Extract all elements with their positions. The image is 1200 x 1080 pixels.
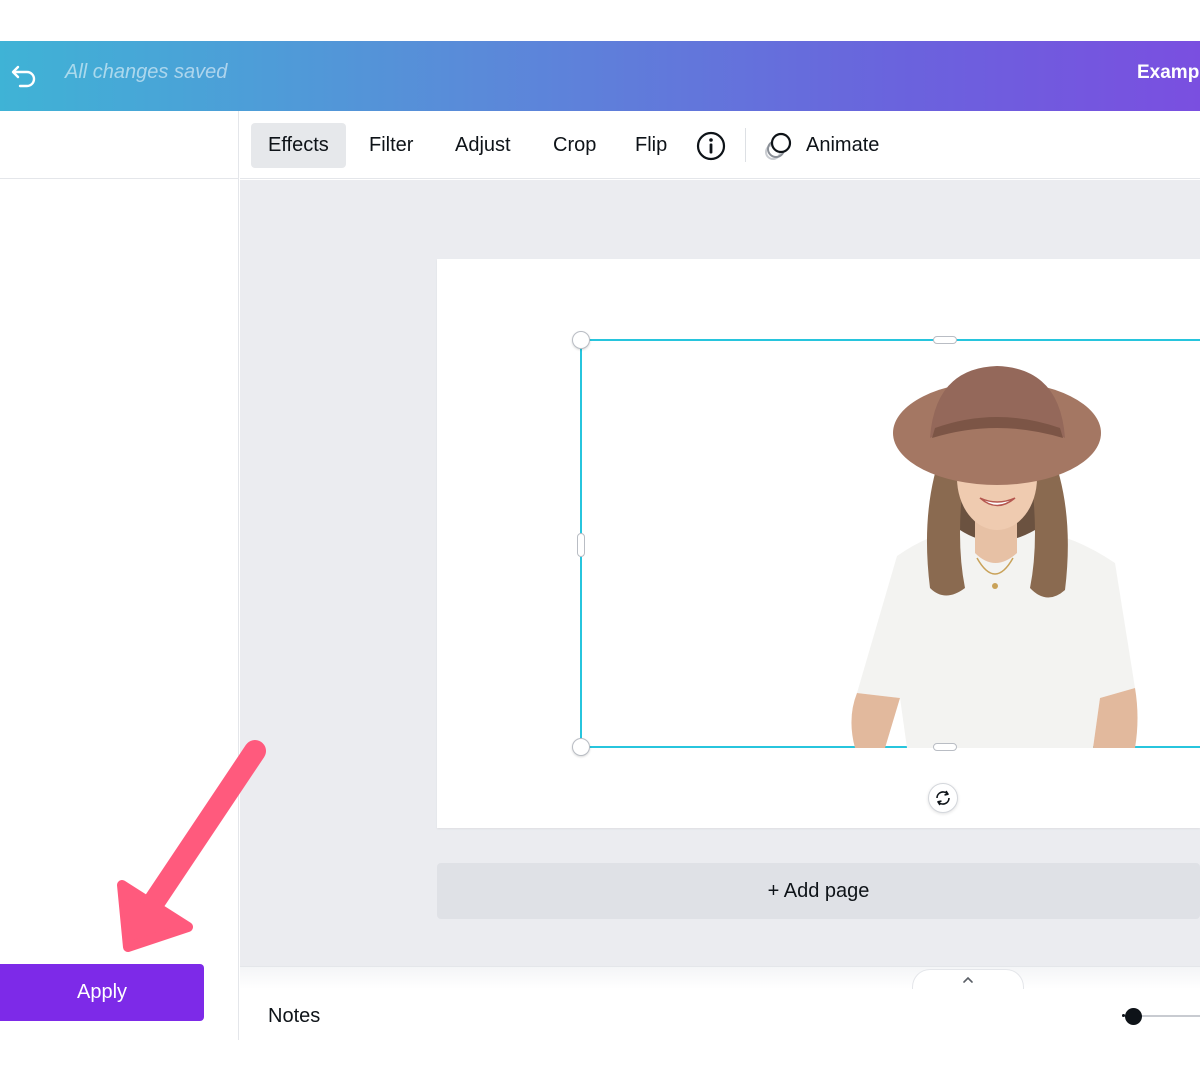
adjust-button[interactable]: Adjust (438, 123, 528, 168)
canvas-workspace: + Add page (240, 180, 1200, 966)
animate-circles-icon (765, 132, 792, 160)
resize-handle-bottom[interactable] (933, 743, 957, 751)
resize-handle-left[interactable] (577, 533, 585, 557)
image-selection-frame[interactable] (572, 331, 1200, 756)
animate-button[interactable]: Animate (762, 123, 887, 168)
resize-handle-bottom-left[interactable] (572, 738, 590, 756)
apply-button[interactable]: Apply (0, 964, 204, 1021)
left-panel-header (0, 111, 239, 179)
chevron-up-icon[interactable] (912, 969, 1024, 989)
design-page[interactable] (437, 259, 1200, 828)
woman-in-hat-photo[interactable] (835, 358, 1155, 748)
filter-button[interactable]: Filter (352, 123, 430, 168)
notes-bar: Notes (240, 966, 1200, 1040)
toolbar-divider (745, 128, 746, 162)
image-toolbar: Effects Filter Adjust Crop Flip Animate (240, 111, 1200, 179)
resize-handle-top-left[interactable] (572, 331, 590, 349)
crop-button[interactable]: Crop (536, 123, 613, 168)
flip-button[interactable]: Flip (618, 123, 684, 168)
resize-handle-top[interactable] (933, 336, 957, 344)
undo-icon[interactable] (8, 58, 40, 90)
editor-header: All changes saved Example (0, 41, 1200, 111)
add-page-button[interactable]: + Add page (437, 863, 1200, 919)
animate-label: Animate (806, 134, 880, 156)
effects-button[interactable]: Effects (251, 123, 346, 168)
zoom-slider-thumb[interactable] (1125, 1008, 1142, 1025)
notes-button[interactable]: Notes (268, 1005, 320, 1028)
rotate-icon[interactable] (928, 783, 958, 813)
info-icon[interactable] (695, 130, 727, 162)
design-title[interactable]: Example (1137, 62, 1200, 84)
left-side-panel: Apply (0, 111, 239, 1040)
save-status-text: All changes saved (65, 61, 228, 83)
